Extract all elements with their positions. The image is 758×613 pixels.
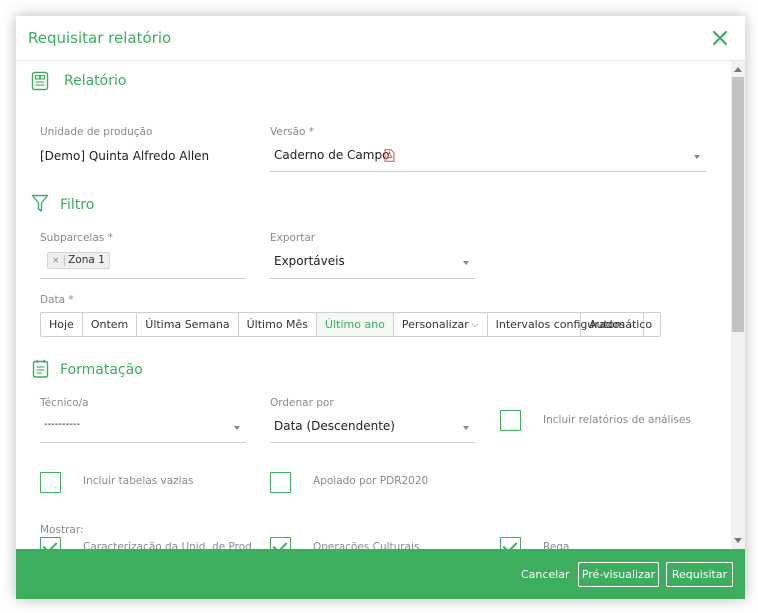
request-report-dialog: Requisitar relatório Relatório Unidade d… — [16, 16, 745, 599]
data-label: Data * — [40, 294, 74, 306]
clipboard-icon — [32, 359, 49, 378]
incluir-tabelas-label: Incluir tabelas vazias — [83, 475, 194, 487]
mostrar-rega-checkbox[interactable] — [500, 537, 521, 549]
mostrar-operacoes-checkbox[interactable] — [270, 537, 291, 549]
exportar-label: Exportar — [270, 232, 316, 244]
cancel-button[interactable]: Cancelar — [521, 568, 570, 581]
mostrar-caracterizacao-label: Caracterização da Unid. de Prod. — [83, 541, 256, 549]
date-btn-ontem[interactable]: Ontem — [81, 312, 138, 337]
chevron-down-icon — [463, 261, 469, 265]
date-btn-hoje[interactable]: Hoje — [40, 312, 83, 337]
incluir-analises-checkbox[interactable] — [500, 410, 521, 431]
incluir-tabelas-checkbox[interactable] — [40, 472, 61, 493]
subparcelas-underline — [40, 278, 246, 279]
ordenar-select[interactable]: Data (Descendente) — [270, 414, 476, 442]
dialog-header: Requisitar relatório — [16, 16, 745, 61]
date-btn-ultima-semana[interactable]: Última Semana — [136, 312, 239, 337]
dialog-footer: Cancelar Pré-visualizar Requisitar — [16, 549, 745, 599]
scroll-up-icon[interactable] — [734, 67, 742, 72]
dialog-body: Relatório Unidade de produção [Demo] Qui… — [16, 61, 745, 549]
mostrar-label: Mostrar: — [40, 524, 84, 536]
scroll-down-icon[interactable] — [734, 538, 742, 543]
exportar-underline — [270, 278, 476, 279]
mostrar-rega-label: Rega — [543, 541, 570, 549]
remove-chip-icon[interactable]: × — [52, 256, 60, 266]
date-range-buttons: Hoje Ontem Última Semana Último Mês Últi… — [40, 312, 644, 337]
filter-icon — [31, 194, 49, 212]
exportar-value: Exportáveis — [274, 254, 345, 268]
tecnico-select[interactable]: ---------- — [40, 414, 246, 442]
versao-label: Versão * — [270, 126, 315, 138]
chip-label: Zona 1 — [68, 254, 105, 266]
versao-select[interactable]: Caderno de Campo — [270, 143, 706, 171]
report-icon — [31, 71, 49, 91]
close-icon[interactable] — [711, 29, 729, 47]
tecnico-value: ---------- — [44, 419, 81, 430]
section-title-formatacao: Formatação — [60, 362, 143, 378]
subparcelas-label: Subparcelas * — [40, 232, 113, 244]
dialog-title: Requisitar relatório — [28, 29, 172, 47]
preview-button[interactable]: Pré-visualizar — [578, 562, 659, 587]
date-btn-ultimo-mes[interactable]: Último Mês — [237, 312, 318, 337]
incluir-analises-label: Incluir relatórios de análises — [543, 414, 691, 426]
chevron-down-icon: ⌵ — [471, 319, 479, 330]
versao-underline — [270, 171, 706, 172]
chevron-down-icon — [234, 426, 240, 430]
date-btn-personalizar[interactable]: Personalizar ⌵ — [392, 312, 488, 337]
chevron-down-icon — [694, 155, 700, 159]
section-title-relatorio: Relatório — [64, 73, 127, 89]
ordenar-label: Ordenar por — [270, 397, 334, 409]
mostrar-operacoes-label: Operações Culturais — [313, 541, 420, 549]
section-title-filtro: Filtro — [60, 197, 95, 213]
tecnico-underline — [40, 442, 246, 443]
pdf-file-icon — [384, 149, 395, 162]
exportar-select[interactable]: Exportáveis — [270, 249, 476, 277]
scrollbar[interactable] — [731, 61, 745, 549]
unidade-value: [Demo] Quinta Alfredo Allen — [40, 149, 210, 163]
submit-button[interactable]: Requisitar — [666, 562, 733, 587]
mostrar-caracterizacao-checkbox[interactable] — [40, 537, 61, 549]
scrollbar-thumb[interactable] — [732, 77, 744, 332]
versao-value: Caderno de Campo — [274, 148, 390, 162]
tecnico-label: Técnico/a — [40, 397, 89, 409]
apoiado-pdr-checkbox[interactable] — [270, 472, 291, 493]
unidade-label: Unidade de produção — [40, 126, 153, 138]
ordenar-underline — [270, 442, 476, 443]
date-btn-ultimo-ano[interactable]: Último ano — [316, 312, 394, 337]
chevron-down-icon — [463, 426, 469, 430]
subparcela-chip[interactable]: × | Zona 1 — [47, 252, 110, 269]
ordenar-value: Data (Descendente) — [274, 419, 395, 433]
apoiado-pdr-label: Apoiado por PDR2020 — [313, 475, 429, 487]
automatico-button[interactable]: Automático — [580, 312, 662, 337]
